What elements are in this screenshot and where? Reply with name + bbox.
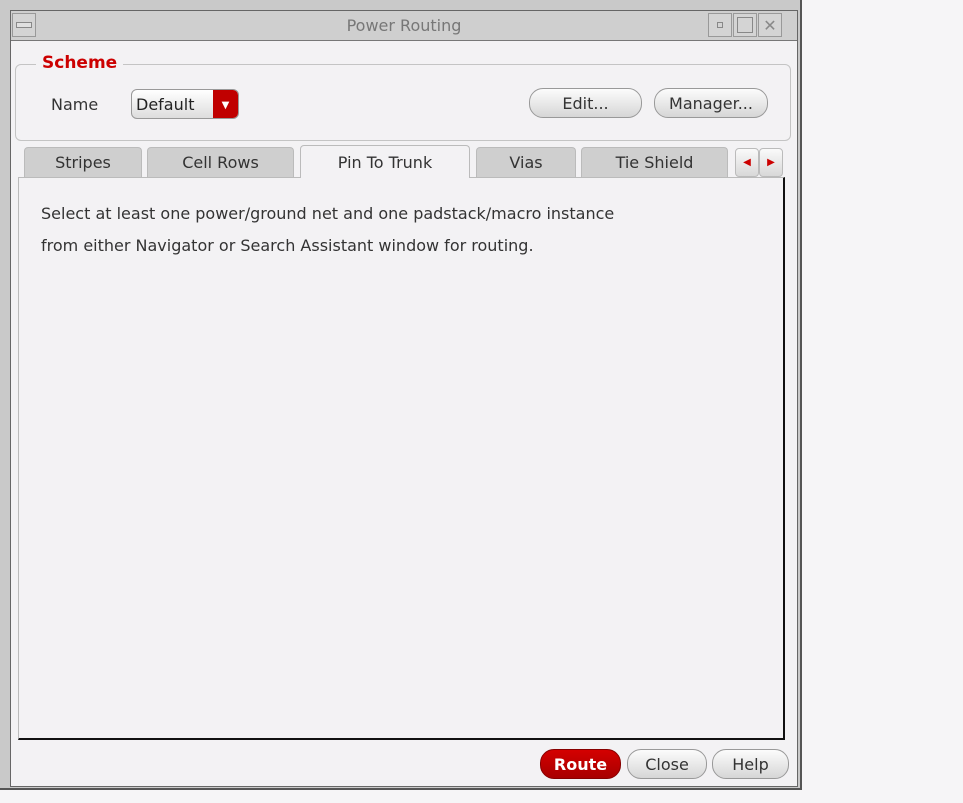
window-frame: Power Routing ✕ Scheme Name Default ▼ Ed… [0, 0, 802, 790]
name-label: Name [51, 95, 99, 114]
chevron-down-icon: ▼ [213, 90, 238, 118]
scheme-name-value: Default [136, 95, 195, 114]
arrow-right-icon: ▶ [767, 157, 775, 168]
edit-button[interactable]: Edit... [529, 88, 642, 118]
minimize-button[interactable] [708, 13, 732, 37]
close-window-button[interactable]: ✕ [758, 13, 782, 37]
tab-vias[interactable]: Vias [476, 147, 576, 177]
tab-cell-rows[interactable]: Cell Rows [147, 147, 294, 177]
minimize-icon [717, 22, 723, 28]
arrow-left-icon: ◀ [743, 157, 751, 168]
instruction-text: Select at least one power/ground net and… [41, 198, 614, 262]
scheme-group: Scheme Name Default ▼ Edit... Manager... [15, 53, 791, 141]
tab-scroll-right-button[interactable]: ▶ [759, 148, 783, 177]
tab-tie-shield[interactable]: Tie Shield [581, 147, 728, 177]
maximize-button[interactable] [733, 13, 757, 37]
scheme-name-select[interactable]: Default ▼ [131, 89, 239, 119]
title-bar[interactable]: Power Routing ✕ [11, 11, 797, 41]
scheme-legend: Scheme [36, 53, 124, 73]
close-icon: ✕ [763, 15, 777, 35]
maximize-icon [737, 17, 753, 33]
dialog: Power Routing ✕ Scheme Name Default ▼ Ed… [10, 10, 798, 787]
instruction-line-2: from either Navigator or Search Assistan… [41, 236, 534, 255]
tab-panel: Select at least one power/ground net and… [18, 177, 785, 740]
instruction-line-1: Select at least one power/ground net and… [41, 204, 615, 223]
help-button[interactable]: Help [712, 749, 789, 779]
manager-button[interactable]: Manager... [654, 88, 768, 118]
close-button[interactable]: Close [627, 749, 707, 779]
window-title: Power Routing [346, 16, 462, 35]
route-button[interactable]: Route [540, 749, 621, 779]
tab-scroll-left-button[interactable]: ◀ [735, 148, 759, 177]
tab-stripes[interactable]: Stripes [24, 147, 142, 177]
tab-pin-to-trunk[interactable]: Pin To Trunk [300, 145, 470, 178]
